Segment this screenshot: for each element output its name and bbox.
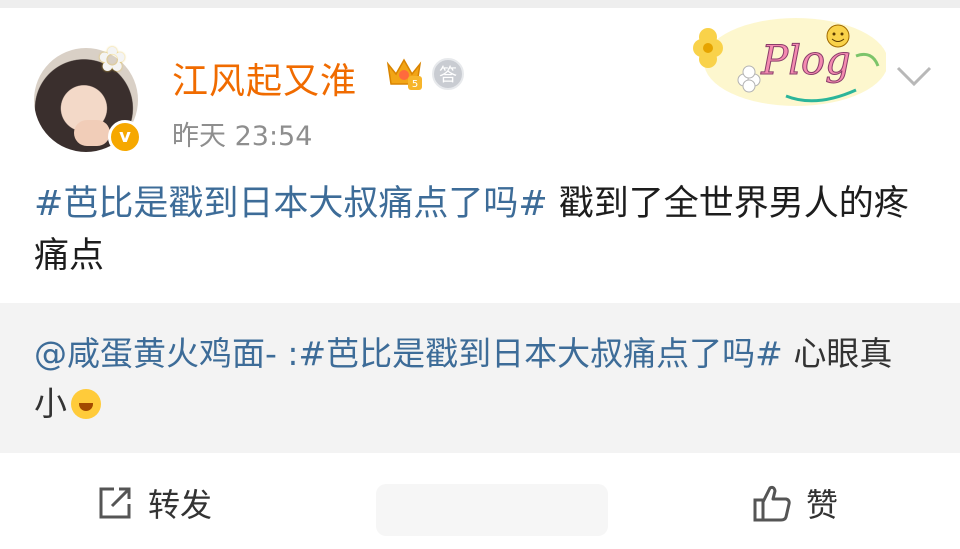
laugh-cry-icon <box>71 389 101 419</box>
post-hashtag[interactable]: #芭比是戳到日本大叔痛点了吗# <box>34 184 548 224</box>
like-label: 赞 <box>806 486 839 524</box>
chevron-down-icon[interactable] <box>894 60 934 90</box>
quoted-hashtag[interactable]: #芭比是戳到日本大叔痛点了吗# <box>299 334 783 373</box>
quoted-username[interactable]: @咸蛋黄火鸡面- <box>34 334 277 373</box>
quoted-text: @咸蛋黄火鸡面- :#芭比是戳到日本大叔痛点了吗# 心眼真小 <box>34 329 924 429</box>
verified-badge: v <box>108 120 142 154</box>
level-number: 5 <box>412 79 418 90</box>
avatar-container[interactable]: ✿ v <box>34 40 146 154</box>
quoted-separator: : <box>276 334 299 373</box>
post-text: #芭比是戳到日本大叔痛点了吗# 戳到了全世界男人的疼痛点 <box>34 178 924 282</box>
repost-button[interactable]: 转发 <box>94 478 212 528</box>
top-divider <box>0 0 960 8</box>
like-button[interactable]: 赞 <box>752 478 838 528</box>
post-timestamp: 昨天 23:54 <box>172 121 313 152</box>
thumbs-up-icon <box>753 485 791 522</box>
crown-level-icon[interactable]: 5 <box>384 56 424 92</box>
username[interactable]: 江风起又淮 <box>172 52 357 104</box>
repost-label: 转发 <box>148 486 213 524</box>
answer-badge-icon[interactable]: 答 <box>432 58 464 90</box>
comment-area[interactable] <box>376 484 608 536</box>
avatar-hand <box>74 120 110 146</box>
quoted-post[interactable]: @咸蛋黄火鸡面- :#芭比是戳到日本大叔痛点了吗# 心眼真小 <box>0 303 960 453</box>
repost-icon <box>99 487 131 519</box>
plog-sticker: Plog <box>693 18 886 106</box>
flower-icon: ✿ <box>98 40 127 80</box>
